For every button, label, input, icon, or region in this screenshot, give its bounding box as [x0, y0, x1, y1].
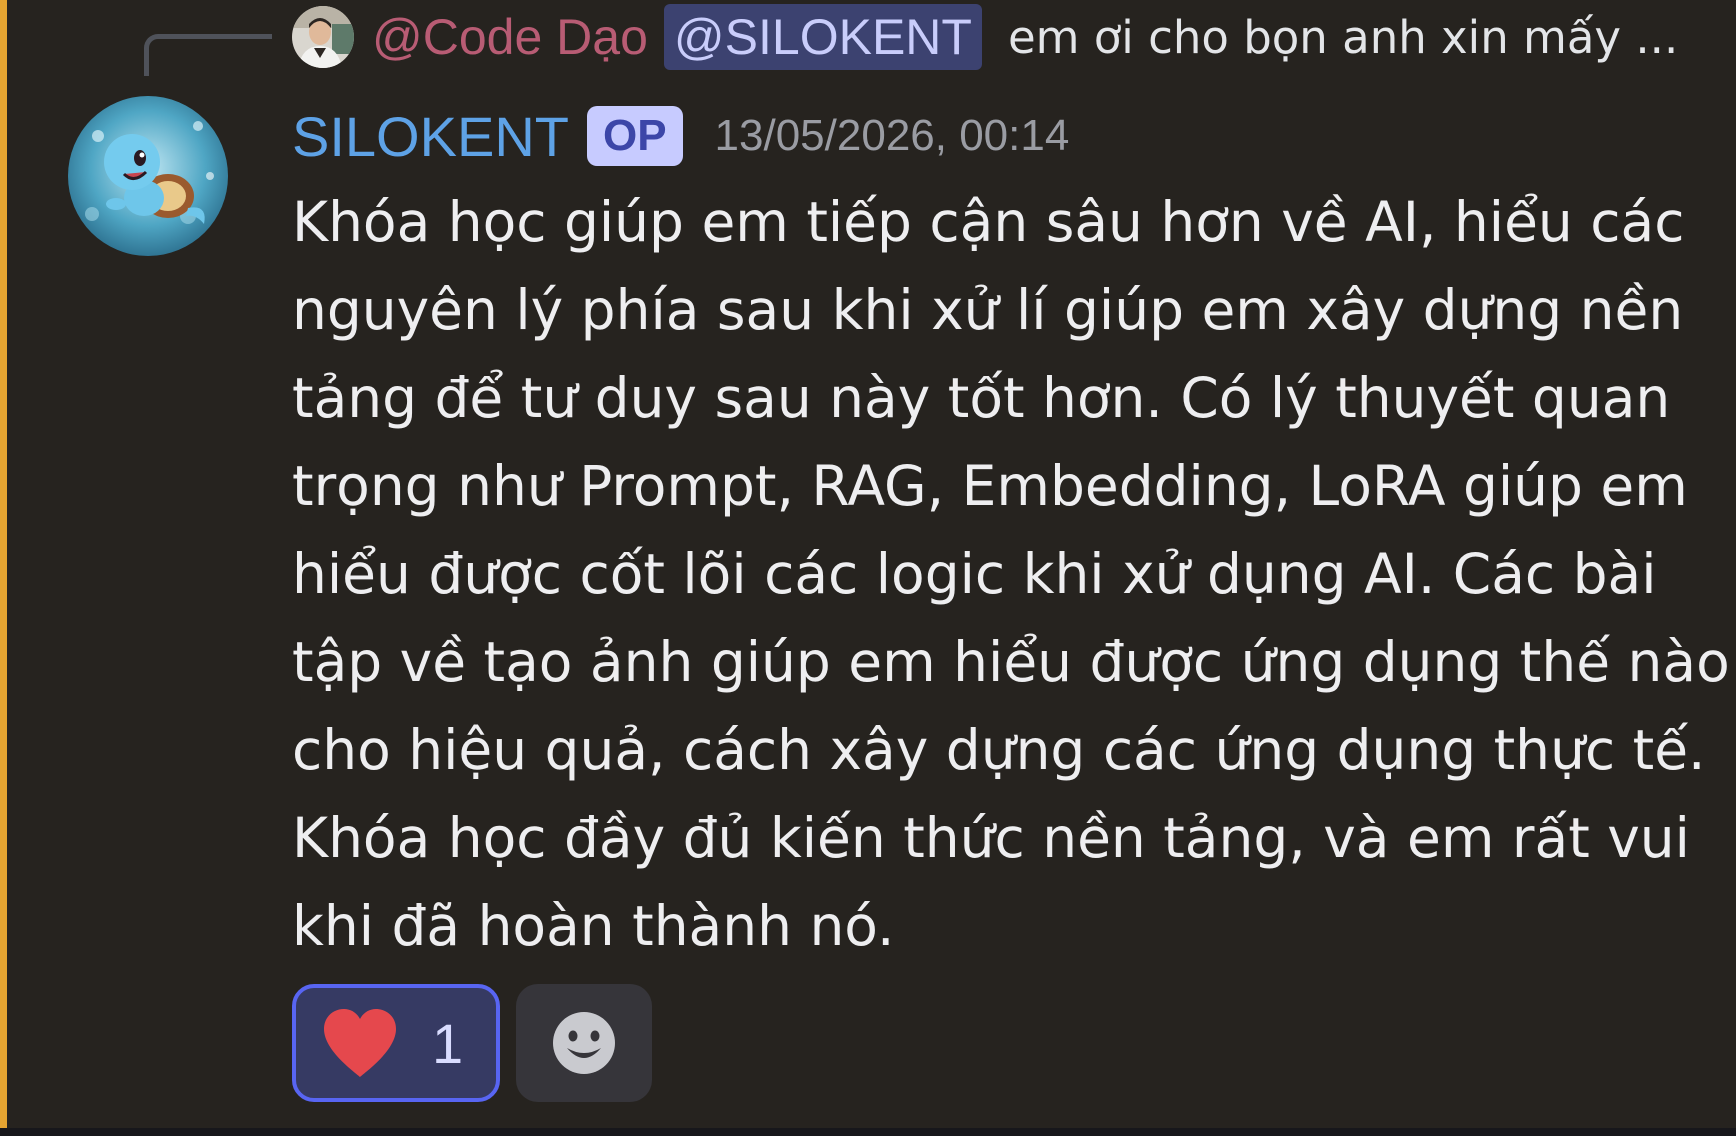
heart-icon: [324, 1009, 396, 1077]
message-line: cho hiệu quả, cách xây dựng các ứng dụng…: [292, 718, 1706, 782]
author-avatar[interactable]: [68, 96, 228, 256]
op-badge: OP: [586, 106, 683, 166]
highlight-bar: [0, 0, 7, 1128]
reply-author[interactable]: @Code Dạo: [372, 8, 648, 66]
message-line: tập về tạo ảnh giúp em hiểu được ứng dụn…: [292, 630, 1730, 694]
reply-preview-text[interactable]: em ơi cho bọn anh xin mấy ...: [1008, 11, 1678, 64]
mention-tag[interactable]: @SILOKENT: [663, 4, 982, 70]
reaction-count: 1: [432, 1011, 464, 1075]
reactions-bar: 1: [292, 984, 652, 1102]
add-reaction-button[interactable]: [516, 984, 652, 1102]
reply-preview[interactable]: @Code Dạo @SILOKENT em ơi cho bọn anh xi…: [292, 4, 1678, 70]
message-container: @Code Dạo @SILOKENT em ơi cho bọn anh xi…: [0, 0, 1736, 1128]
message-header: SILOKENT OP 13/05/2026, 00:14: [292, 100, 1069, 172]
reply-avatar[interactable]: [292, 6, 354, 68]
smiley-icon: [553, 1012, 615, 1074]
message-line: hiểu được cốt lõi các logic khi xử dụng …: [292, 542, 1657, 606]
message-line: trọng như Prompt, RAG, Embedding, LoRA g…: [292, 454, 1688, 518]
message-timestamp[interactable]: 13/05/2026, 00:14: [715, 111, 1070, 161]
squirtle-avatar-icon: [68, 96, 228, 256]
bottom-divider: [0, 1128, 1736, 1136]
message-line: Khóa học giúp em tiếp cận sâu hơn về AI,…: [292, 190, 1685, 254]
user-photo-icon: [292, 6, 354, 68]
message-line: Khóa học đầy đủ kiến thức nền tảng, và e…: [292, 806, 1690, 870]
message-line: nguyên lý phía sau khi xử lí giúp em xây…: [292, 278, 1684, 342]
message-line: khi đã hoàn thành nó.: [292, 894, 895, 958]
heart-reaction-button[interactable]: 1: [292, 984, 500, 1102]
message-line: tảng để tư duy sau này tốt hơn. Có lý th…: [292, 366, 1671, 430]
reply-connector: [144, 34, 272, 76]
author-username[interactable]: SILOKENT: [292, 104, 569, 169]
message-content: Khóa học giúp em tiếp cận sâu hơn về AI,…: [292, 178, 1730, 970]
